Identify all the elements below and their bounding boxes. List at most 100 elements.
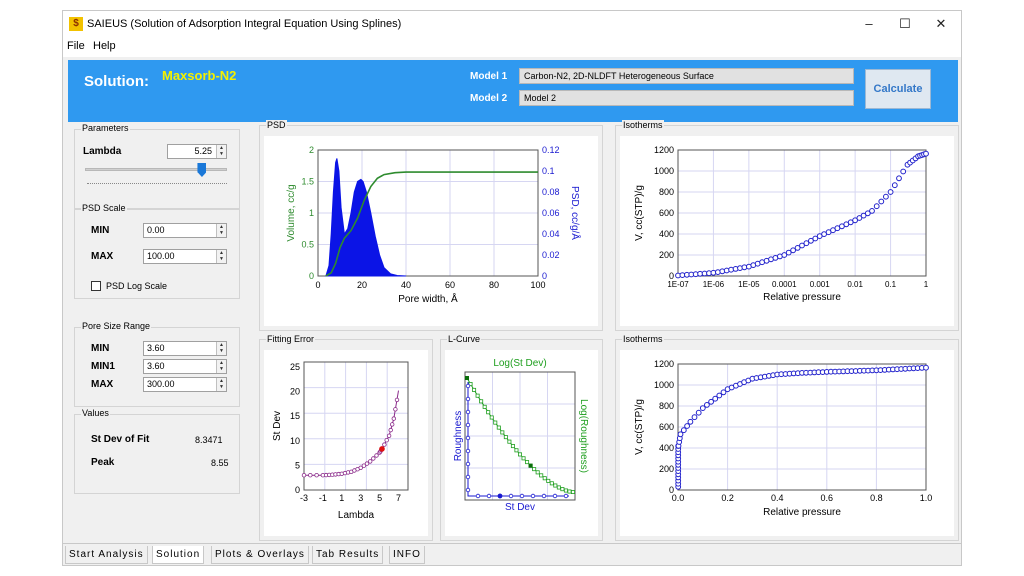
psd-log-checkbox[interactable] — [91, 281, 101, 291]
psd-max-spinner[interactable]: ▲ ▼ — [216, 250, 226, 263]
fitting-error-line — [304, 390, 399, 476]
roughness-point — [465, 461, 471, 467]
psd-scale-group: PSD Scale MIN 0.00 ▲ ▼ MAX 100.00 ▲ ▼ PSD … — [74, 203, 240, 299]
x-axis-label: Pore width, Å — [398, 292, 458, 305]
y-tick-label: 20 — [290, 387, 300, 397]
y-tick-label: 5 — [295, 460, 300, 470]
log-roughness-point — [507, 439, 512, 444]
roughness-point — [530, 493, 536, 499]
fitting-error-point — [384, 437, 389, 443]
psd-min-input[interactable]: 0.00 — [143, 223, 227, 238]
log-roughness-point — [510, 444, 515, 449]
x-tick-label: 0.6 — [821, 493, 834, 503]
x-tick-label: 40 — [401, 280, 411, 290]
roughness-point — [465, 474, 471, 480]
x-tick-label: 3 — [358, 493, 363, 503]
roughness-point — [465, 435, 471, 441]
y-left-tick-label: 1 — [309, 208, 314, 218]
pore-min-input[interactable]: 3.60 — [143, 341, 227, 356]
log-roughness-point — [542, 476, 547, 481]
y-left-tick-label: 0.5 — [301, 240, 314, 250]
tab-results[interactable]: Tab Results — [312, 546, 384, 564]
y-tick-label: 0 — [295, 485, 300, 495]
maximize-button[interactable]: ☐ — [891, 14, 919, 34]
y-left-tick-label: 2 — [309, 145, 314, 155]
pore-max-spinner[interactable]: ▲ ▼ — [216, 378, 226, 391]
pore-max-input[interactable]: 300.00 — [143, 377, 227, 392]
fitting-error-group: Fitting Error -3 -1 1 3 5 7 0 5 10 15 20 25 Lambda St… — [259, 334, 433, 541]
log-roughness-point — [496, 425, 501, 430]
tab-plots-overlays[interactable]: Plots & Overlays — [211, 546, 309, 564]
x-tick-label: 1E-06 — [703, 280, 725, 289]
y-tick-label: 200 — [659, 250, 674, 260]
isotherm-point — [716, 392, 723, 399]
lambda-spinner[interactable]: ▲ ▼ — [216, 145, 226, 158]
app-icon: $ — [69, 17, 83, 31]
log-roughness-point — [539, 473, 544, 478]
y-axis-label: V, cc(STP)/g — [634, 399, 645, 455]
tab-start-analysis[interactable]: Start Analysis — [65, 546, 148, 564]
l-curve-selected-point — [528, 463, 533, 468]
x-tick-label: 0.4 — [771, 493, 784, 503]
isotherm-point — [790, 247, 797, 254]
y-tick-label: 800 — [659, 401, 674, 411]
peak-value: 8.55 — [211, 458, 229, 468]
roughness-point — [541, 493, 547, 499]
x-axis-label: Relative pressure — [763, 292, 841, 303]
x-tick-label: 100 — [530, 280, 545, 290]
roughness-point — [465, 422, 471, 428]
fitting-error-point — [367, 459, 373, 464]
log-roughness-point — [525, 460, 530, 465]
fitting-error-point — [386, 433, 392, 438]
model1-field[interactable]: Carbon-N2, 2D-NLDFT Heterogeneous Surfac… — [519, 68, 854, 84]
isotherm-point — [803, 240, 810, 247]
log-roughness-point — [553, 483, 558, 488]
log-roughness-point — [486, 410, 491, 415]
x-axis-label: Relative pressure — [763, 507, 841, 518]
y-tick-label: 0 — [669, 485, 674, 495]
fitting-error-point — [374, 453, 379, 458]
tab-solution[interactable]: Solution — [152, 546, 205, 564]
x-tick-label: 0.2 — [721, 493, 734, 503]
y-axis-label: St Dev — [272, 411, 283, 441]
roughness-point — [465, 448, 471, 454]
psd-min-spinner[interactable]: ▲ ▼ — [216, 224, 226, 237]
y-right-tick-label: 0 — [542, 271, 547, 281]
psd-log-label: PSD Log Scale — [106, 281, 168, 291]
menu-file[interactable]: File — [67, 40, 85, 52]
y-tick-label: 800 — [659, 187, 674, 197]
pore-min1-input[interactable]: 3.60 — [143, 359, 227, 374]
isotherm-point — [695, 409, 702, 416]
fitting-error-point — [394, 397, 400, 403]
y-right-axis-label: Log(Roughness) — [578, 399, 589, 473]
x-tick-label: 80 — [489, 280, 499, 290]
log-roughness-point — [532, 467, 537, 472]
y-tick-label: 1200 — [654, 359, 674, 369]
psd-max-input[interactable]: 100.00 — [143, 249, 227, 264]
x-tick-label: 0.1 — [885, 280, 897, 289]
log-roughness-point — [518, 452, 523, 457]
psd-max-label: MAX — [91, 251, 114, 262]
l-curve-title: L-Curve — [447, 334, 482, 344]
menu-help[interactable]: Help — [93, 40, 116, 52]
log-roughness-point — [500, 430, 505, 435]
isotherms-linear-title: Isotherms — [622, 334, 664, 344]
model2-field[interactable]: Model 2 — [519, 90, 854, 106]
roughness-point — [508, 493, 514, 499]
tab-info[interactable]: INFO — [389, 546, 425, 564]
values-title: Values — [81, 408, 110, 418]
log-roughness-point — [489, 415, 494, 420]
l-curve-group: L-Curve Log(St Dev) St Dev Roughness Log(Ro… — [440, 334, 603, 541]
isotherm-point — [878, 198, 885, 205]
lambda-slider-thumb[interactable] — [197, 163, 207, 177]
model2-label: Model 2 — [470, 93, 508, 104]
psd-area — [325, 158, 407, 277]
title-bar: $ SAIEUS (Solution of Adsorption Integra… — [63, 11, 961, 37]
minimize-button[interactable]: – — [855, 14, 883, 34]
x-tick-label: -1 — [319, 493, 327, 503]
roughness-point — [563, 493, 569, 499]
close-button[interactable]: ✕ — [927, 14, 955, 34]
calculate-button[interactable]: Calculate — [865, 69, 931, 109]
pore-min-spinner[interactable]: ▲ ▼ — [216, 342, 226, 355]
pore-min1-spinner[interactable]: ▲ ▼ — [216, 360, 226, 373]
